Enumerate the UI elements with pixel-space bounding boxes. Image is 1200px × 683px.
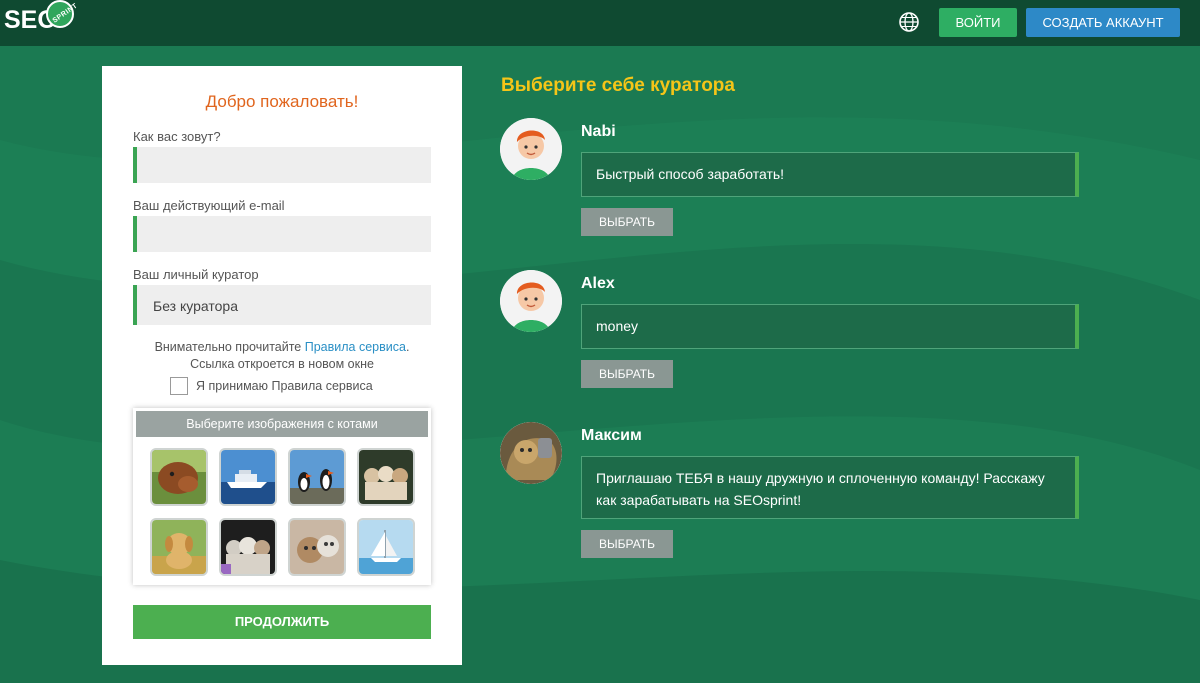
choose-curator-button[interactable]: ВЫБРАТЬ (581, 360, 673, 388)
seosprint-logo[interactable]: SEO SPRINT (2, 0, 79, 44)
logo-badge-text: SPRINT (51, 2, 80, 25)
boy-avatar (500, 118, 562, 180)
curator-card: Nabi Быстрый способ заработать! ВЫБРАТЬ (500, 118, 1100, 258)
curator-name: Alex (581, 275, 615, 292)
globe-icon[interactable] (898, 11, 920, 33)
kittens-image[interactable] (219, 518, 277, 576)
curator-section-title: Выберите себе куратора (501, 75, 735, 96)
choose-curator-button[interactable]: ВЫБРАТЬ (581, 208, 673, 236)
yacht-image[interactable] (219, 448, 277, 506)
curator-field[interactable]: Без куратора (133, 285, 431, 325)
curator-name: Максим (581, 427, 642, 444)
email-label: Ваш действующий e-mail (133, 198, 285, 213)
accept-checkbox[interactable] (170, 377, 188, 395)
captcha-box: Выберите изображения с котами (133, 408, 431, 585)
boy-avatar (500, 270, 562, 332)
curator-name: Nabi (581, 123, 616, 140)
rules-link[interactable]: Правила сервиса (305, 340, 406, 354)
rules-suffix: . (405, 340, 410, 354)
curator-message: money (581, 304, 1079, 349)
signup-button[interactable]: СОЗДАТЬ АККАУНТ (1026, 8, 1180, 37)
rules-line2: Ссылка откроется в новом окне (190, 357, 374, 371)
login-button[interactable]: ВОЙТИ (939, 8, 1017, 37)
logo-badge: SPRINT (46, 0, 79, 28)
cat-image[interactable] (288, 518, 346, 576)
registration-form: Добро пожаловать! Как вас зовут? Ваш дей… (102, 66, 462, 665)
email-field[interactable] (133, 216, 431, 252)
photo-avatar (500, 422, 562, 484)
curator-card: Максим Приглашаю ТЕБЯ в нашу дружную и с… (500, 422, 1100, 562)
name-label: Как вас зовут? (133, 129, 221, 144)
curator-message: Быстрый способ заработать! (581, 152, 1079, 197)
continue-button[interactable]: ПРОДОЛЖИТЬ (133, 605, 431, 639)
accept-label[interactable]: Я принимаю Правила сервиса (196, 379, 373, 393)
curator-label: Ваш личный куратор (133, 267, 259, 282)
rules-notice: Внимательно прочитайте Правила сервиса. … (102, 339, 462, 373)
rules-prefix: Внимательно прочитайте (154, 340, 305, 354)
curator-card: Alex money ВЫБРАТЬ (500, 270, 1100, 410)
sailboat-image[interactable] (357, 518, 415, 576)
curator-message: Приглашаю ТЕБЯ в нашу дружную и сплоченн… (581, 456, 1079, 519)
puffins-image[interactable] (288, 448, 346, 506)
captcha-title: Выберите изображения с котами (136, 411, 428, 437)
choose-curator-button[interactable]: ВЫБРАТЬ (581, 530, 673, 558)
puppy-image[interactable] (150, 518, 208, 576)
top-header: SEO SPRINT ВОЙТИ СОЗДАТЬ АККАУНТ (0, 0, 1200, 46)
cats-image[interactable] (357, 448, 415, 506)
welcome-heading: Добро пожаловать! (205, 92, 359, 111)
name-field[interactable] (133, 147, 431, 183)
cow-image[interactable] (150, 448, 208, 506)
